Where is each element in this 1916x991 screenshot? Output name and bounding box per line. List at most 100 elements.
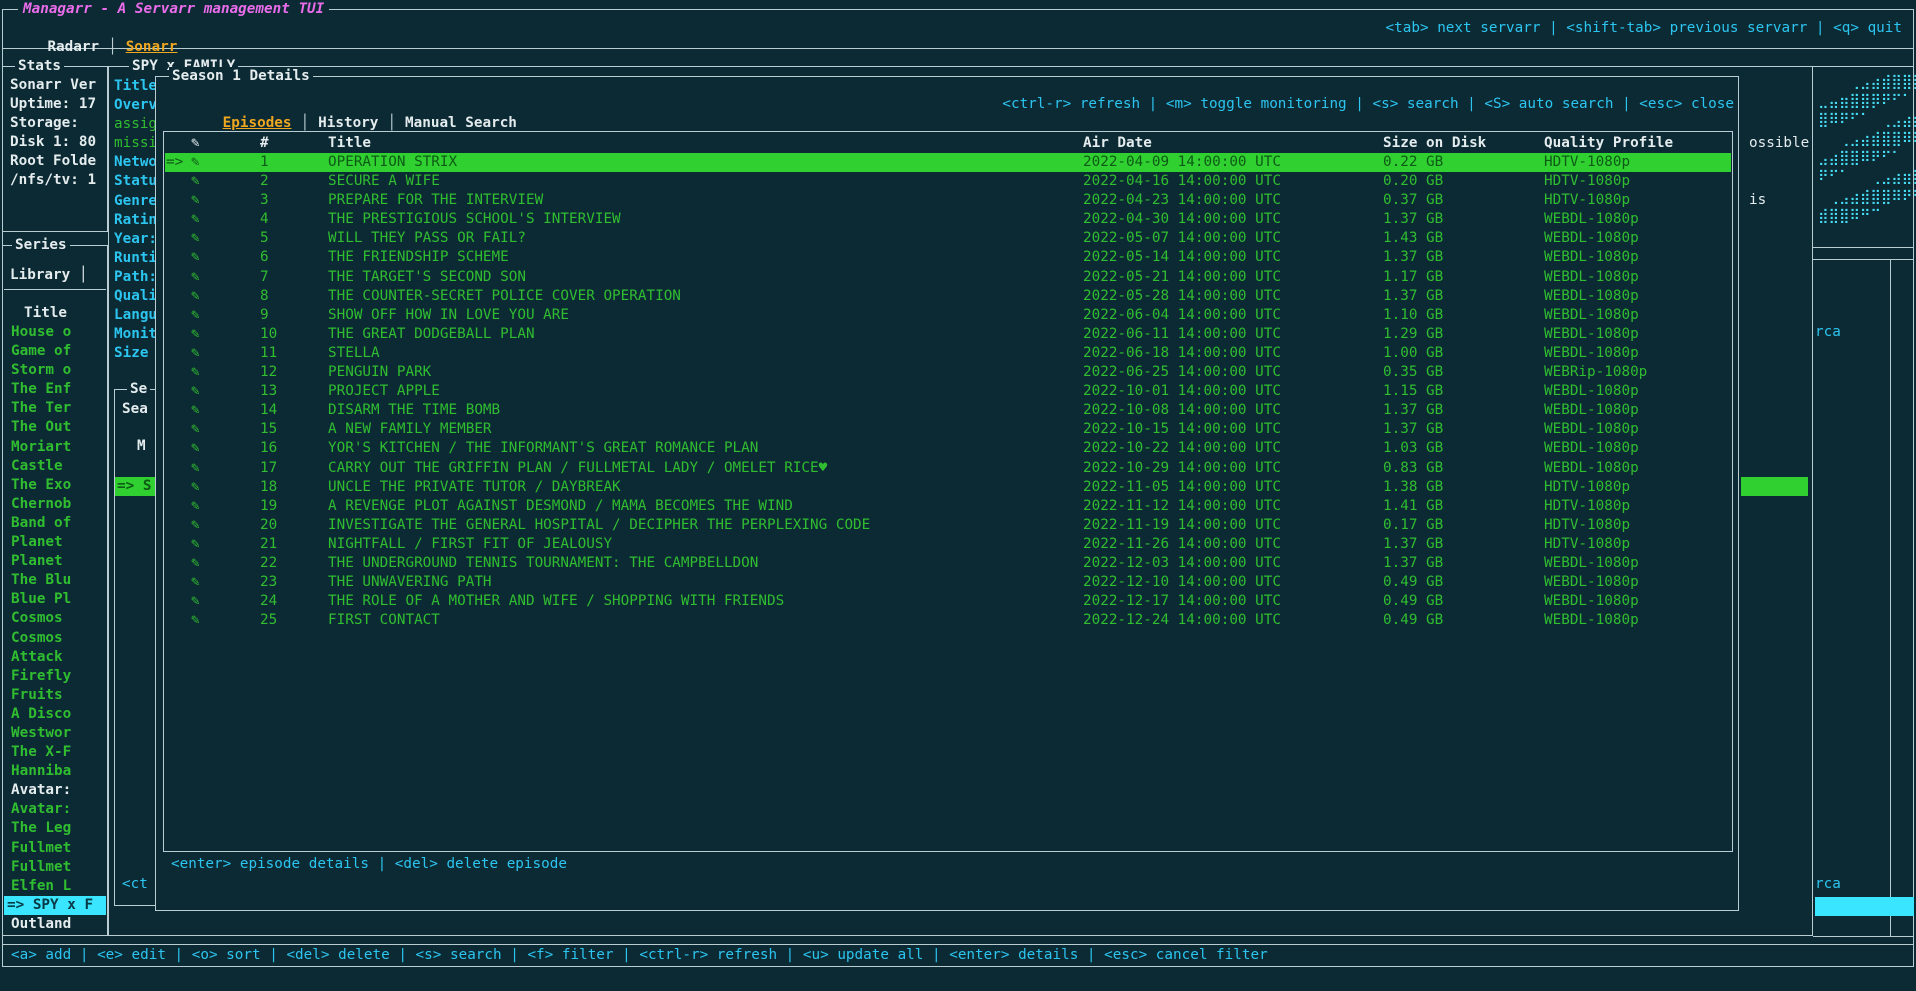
series-list-item[interactable]: Planet xyxy=(4,552,106,571)
series-list-item-label: The Out xyxy=(11,419,71,435)
series-list-item[interactable]: The X-F xyxy=(4,743,106,762)
series-list-item[interactable]: The Exo xyxy=(4,476,106,495)
series-list-item[interactable]: Westwor xyxy=(4,724,106,743)
series-field-clip: Netwo xyxy=(114,153,157,172)
monitored-icon: ✎ xyxy=(191,459,200,478)
series-column-header: Title xyxy=(24,304,67,323)
episode-quality-profile: HDTV-1080p xyxy=(1544,153,1630,172)
series-list-item[interactable]: The Leg xyxy=(4,819,106,838)
series-field-clip: Statu xyxy=(114,172,157,191)
episode-row[interactable]: ✎ 15 A NEW FAMILY MEMBER 2022-10-15 14:0… xyxy=(165,420,1731,439)
series-list-item[interactable]: Fruits xyxy=(4,686,106,705)
episode-air-date: 2022-04-30 14:00:00 UTC xyxy=(1083,210,1281,229)
series-list-item[interactable]: Fullmet xyxy=(4,858,106,877)
episode-help-keybindings: <enter> episode details | <del> delete e… xyxy=(171,855,567,874)
episode-quality-profile: WEBDL-1080p xyxy=(1544,268,1639,287)
border-line xyxy=(1890,259,1891,936)
series-list-item[interactable]: Band of xyxy=(4,514,106,533)
tab-radarr[interactable]: Radarr xyxy=(47,39,99,55)
border-line xyxy=(114,389,115,906)
series-list-item[interactable]: Planet xyxy=(4,533,106,552)
episode-row[interactable]: ✎ 4 THE PRESTIGIOUS SCHOOL'S INTERVIEW 2… xyxy=(165,210,1731,229)
episode-row[interactable]: ✎ 9 SHOW OFF HOW IN LOVE YOU ARE 2022-06… xyxy=(165,306,1731,325)
series-list-item[interactable]: Hanniba xyxy=(4,762,106,781)
episode-row[interactable]: ✎ 25 FIRST CONTACT 2022-12-24 14:00:00 U… xyxy=(165,611,1731,630)
series-list-item[interactable]: Elfen L xyxy=(4,877,106,896)
series-list-item[interactable]: The Enf xyxy=(4,380,106,399)
episode-air-date: 2022-12-24 14:00:00 UTC xyxy=(1083,611,1281,630)
episodes-rows: => ✎ 1 OPERATION STRIX 2022-04-09 14:00:… xyxy=(165,153,1731,630)
series-list-item[interactable]: The Ter xyxy=(4,399,106,418)
series-list-item[interactable]: Game of xyxy=(4,342,106,361)
episode-size-on-disk: 1.00 GB xyxy=(1383,344,1443,363)
episode-number: 7 xyxy=(260,268,269,287)
logo-braille-row: ⠀⠀⠀⢀⣠⣴⣾⣿⣿⣿ xyxy=(1818,73,1916,92)
series-list-item[interactable]: Firefly xyxy=(4,667,106,686)
series-list-item[interactable]: Blue Pl xyxy=(4,590,106,609)
episode-size-on-disk: 1.41 GB xyxy=(1383,497,1443,516)
series-list-item[interactable]: => SPY x F xyxy=(4,896,106,915)
series-list-item[interactable]: The Blu xyxy=(4,571,106,590)
series-list-item[interactable]: Avatar: xyxy=(4,800,106,819)
episode-row[interactable]: ✎ 23 THE UNWAVERING PATH 2022-12-10 14:0… xyxy=(165,573,1731,592)
series-field-clip-text: Langu xyxy=(114,307,157,323)
episode-row[interactable]: ✎ 14 DISARM THE TIME BOMB 2022-10-08 14:… xyxy=(165,401,1731,420)
episode-row[interactable]: ✎ 18 UNCLE THE PRIVATE TUTOR / DAYBREAK … xyxy=(165,478,1731,497)
series-list-item[interactable]: Cosmos xyxy=(4,629,106,648)
episode-row[interactable]: ✎ 22 THE UNDERGROUND TENNIS TOURNAMENT: … xyxy=(165,554,1731,573)
episode-row[interactable]: ✎ 5 WILL THEY PASS OR FAIL? 2022-05-07 1… xyxy=(165,229,1731,248)
series-list-item[interactable]: Storm o xyxy=(4,361,106,380)
episode-row[interactable]: ✎ 17 CARRY OUT THE GRIFFIN PLAN / FULLME… xyxy=(165,459,1731,478)
border-line xyxy=(1813,66,1914,67)
episode-row[interactable]: ✎ 6 THE FRIENDSHIP SCHEME 2022-05-14 14:… xyxy=(165,248,1731,267)
tab-manual-search[interactable]: Manual Search xyxy=(405,115,517,131)
tab-episodes[interactable]: Episodes xyxy=(223,115,292,131)
episode-title: INVESTIGATE THE GENERAL HOSPITAL / DECIP… xyxy=(328,516,870,535)
series-list-item-label: The Enf xyxy=(11,381,71,397)
series-list-item-label: Moriart xyxy=(11,439,71,455)
episode-row[interactable]: ✎ 19 A REVENGE PLOT AGAINST DESMOND / MA… xyxy=(165,497,1731,516)
episode-air-date: 2022-10-29 14:00:00 UTC xyxy=(1083,459,1281,478)
series-list-item[interactable]: The Out xyxy=(4,418,106,437)
episode-row[interactable]: ✎ 11 STELLA 2022-06-18 14:00:00 UTC 1.00… xyxy=(165,344,1731,363)
episode-quality-profile: WEBDL-1080p xyxy=(1544,573,1639,592)
series-list-item[interactable]: Avatar: xyxy=(4,781,106,800)
series-list-item[interactable]: House o xyxy=(4,323,106,342)
monitored-icon: ✎ xyxy=(191,382,200,401)
episode-size-on-disk: 1.17 GB xyxy=(1383,268,1443,287)
episode-row[interactable]: ✎ 24 THE ROLE OF A MOTHER AND WIFE / SHO… xyxy=(165,592,1731,611)
episode-row[interactable]: ✎ 10 THE GREAT DODGEBALL PLAN 2022-06-11… xyxy=(165,325,1731,344)
series-field-clip-text: Path: xyxy=(114,269,157,285)
episode-row[interactable]: ✎ 7 THE TARGET'S SECOND SON 2022-05-21 1… xyxy=(165,268,1731,287)
episode-title: A NEW FAMILY MEMBER xyxy=(328,420,492,439)
episode-row[interactable]: ✎ 13 PROJECT APPLE 2022-10-01 14:00:00 U… xyxy=(165,382,1731,401)
episode-number: 24 xyxy=(260,592,277,611)
episode-air-date: 2022-12-03 14:00:00 UTC xyxy=(1083,554,1281,573)
monitored-icon: ✎ xyxy=(191,592,200,611)
episode-number: 10 xyxy=(260,325,277,344)
series-list-item[interactable]: A Disco xyxy=(4,705,106,724)
episode-row[interactable]: ✎ 2 SECURE A WIFE 2022-04-16 14:00:00 UT… xyxy=(165,172,1731,191)
episode-row[interactable]: ✎ 12 PENGUIN PARK 2022-06-25 14:00:00 UT… xyxy=(165,363,1731,382)
episode-title: THE ROLE OF A MOTHER AND WIFE / SHOPPING… xyxy=(328,592,784,611)
series-list-item[interactable]: Fullmet xyxy=(4,839,106,858)
episode-quality-profile: WEBDL-1080p xyxy=(1544,611,1639,630)
series-list-item[interactable]: Outland xyxy=(4,915,106,934)
episode-row[interactable]: ✎ 21 NIGHTFALL / FIRST FIT OF JEALOUSY 2… xyxy=(165,535,1731,554)
tab-history[interactable]: History xyxy=(318,115,378,131)
tab-sonarr[interactable]: Sonarr xyxy=(126,39,178,55)
monitored-icon: ✎ xyxy=(191,306,200,325)
episode-title: THE UNWAVERING PATH xyxy=(328,573,492,592)
series-list-item[interactable]: Moriart xyxy=(4,438,106,457)
tab-library[interactable]: Library │ xyxy=(10,266,87,285)
episode-row[interactable]: ✎ 20 INVESTIGATE THE GENERAL HOSPITAL / … xyxy=(165,516,1731,535)
episode-row[interactable]: => ✎ 1 OPERATION STRIX 2022-04-09 14:00:… xyxy=(165,153,1731,172)
top-keybindings: <tab> next servarr | <shift-tab> previou… xyxy=(1386,19,1902,38)
series-list-item[interactable]: Attack xyxy=(4,648,106,667)
episode-row[interactable]: ✎ 8 THE COUNTER-SECRET POLICE COVER OPER… xyxy=(165,287,1731,306)
episode-row[interactable]: ✎ 3 PREPARE FOR THE INTERVIEW 2022-04-23… xyxy=(165,191,1731,210)
episode-row[interactable]: ✎ 16 YOR'S KITCHEN / THE INFORMANT'S GRE… xyxy=(165,439,1731,458)
series-list-item[interactable]: Cosmos xyxy=(4,609,106,628)
series-list-item[interactable]: Castle xyxy=(4,457,106,476)
series-list-item[interactable]: Chernob xyxy=(4,495,106,514)
